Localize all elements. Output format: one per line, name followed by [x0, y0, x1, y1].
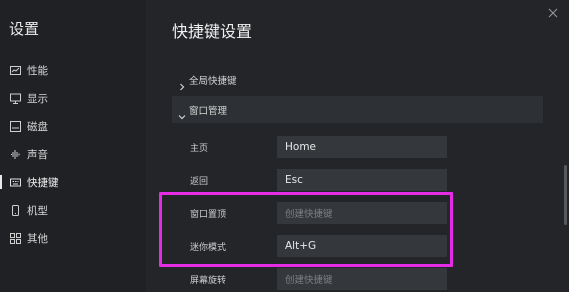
shortcut-field-home[interactable]: Home — [277, 136, 447, 158]
sidebar-item-label: 快捷键 — [27, 176, 59, 189]
shortcut-row-screen-rotate: 屏幕旋转 创建快捷键 — [172, 268, 543, 292]
sidebar-item-label: 机型 — [27, 204, 48, 217]
device-icon — [10, 204, 21, 216]
sidebar: 设置 性能 显示 磁盘 声音 快捷键 机型 其他 — [0, 0, 146, 292]
shortcut-label: 屏幕旋转 — [190, 276, 227, 286]
close-icon[interactable] — [547, 4, 559, 18]
sidebar-item-disk[interactable]: 磁盘 — [0, 112, 146, 140]
sidebar-item-other[interactable]: 其他 — [0, 224, 146, 252]
sidebar-item-performance[interactable]: 性能 — [0, 56, 146, 84]
section-global-shortcuts[interactable]: 全局快捷键 — [172, 68, 543, 92]
section-window-management[interactable]: 窗口管理 — [172, 96, 543, 123]
grid-icon — [10, 232, 21, 244]
sidebar-item-label: 性能 — [27, 64, 48, 77]
shortcut-field-back[interactable]: Esc — [277, 169, 447, 191]
monitor-icon — [10, 93, 21, 104]
highlight-box — [159, 192, 453, 267]
sidebar-item-sound[interactable]: 声音 — [0, 140, 146, 168]
shortcut-label: 返回 — [190, 177, 209, 187]
sidebar-item-shortcut[interactable]: 快捷键 — [0, 168, 146, 196]
sidebar-item-label: 磁盘 — [27, 120, 48, 133]
shortcut-field-screen-rotate[interactable]: 创建快捷键 — [277, 268, 447, 290]
sidebar-title: 设置 — [9, 20, 40, 38]
scrollbar[interactable] — [564, 165, 567, 225]
sidebar-item-device[interactable]: 机型 — [0, 196, 146, 224]
sidebar-item-label: 声音 — [27, 148, 48, 161]
chevron-right-icon — [178, 76, 186, 91]
disk-icon — [10, 120, 21, 132]
shortcut-icon — [10, 177, 21, 188]
shortcut-row-back: 返回 Esc — [172, 169, 543, 193]
sidebar-item-display[interactable]: 显示 — [0, 84, 146, 112]
page-title: 快捷键设置 — [172, 22, 253, 41]
section-label: 窗口管理 — [189, 105, 228, 117]
sidebar-item-label: 显示 — [27, 92, 48, 105]
section-label: 全局快捷键 — [189, 76, 237, 87]
sound-icon — [10, 149, 21, 160]
sidebar-item-label: 其他 — [27, 232, 48, 245]
shortcut-label: 主页 — [190, 144, 209, 154]
shortcut-row-home: 主页 Home — [172, 136, 543, 160]
performance-icon — [10, 65, 21, 76]
active-indicator — [0, 175, 2, 189]
chevron-down-icon — [178, 106, 186, 119]
